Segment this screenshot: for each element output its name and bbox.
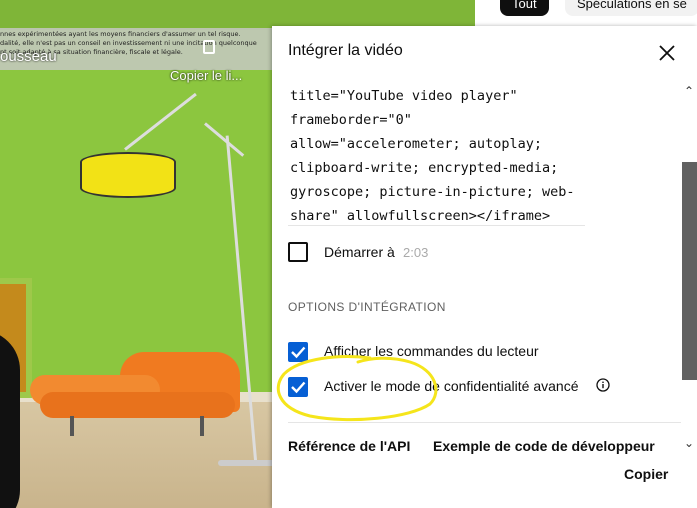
lamp-arm	[124, 92, 197, 151]
code-line: frameborder="0"	[290, 112, 412, 128]
options-heading: OPTIONS D'INTÉGRATION	[288, 300, 446, 314]
checkmark-icon	[291, 346, 306, 359]
filter-chips: Tout Spéculations en se	[475, 0, 697, 26]
section-divider	[288, 422, 681, 423]
lamp-arm	[204, 122, 245, 157]
lamp-shade	[80, 152, 176, 198]
scroll-up-icon[interactable]: ⌃	[684, 84, 694, 98]
info-icon[interactable]	[596, 378, 610, 392]
start-time-input[interactable]: 2:03	[403, 245, 428, 260]
checkmark-icon	[291, 381, 306, 394]
api-reference-link[interactable]: Référence de l'API	[288, 438, 410, 454]
code-line: title="YouTube video player"	[290, 88, 518, 104]
start-at-checkbox[interactable]	[288, 242, 308, 262]
privacy-mode-checkbox[interactable]	[288, 377, 308, 397]
lamp-base	[218, 460, 278, 466]
scroll-thumb[interactable]	[682, 162, 697, 380]
embed-code[interactable]: title="YouTube video player" frameborder=…	[290, 84, 586, 228]
code-line: allow="accelerometer; autoplay;	[290, 136, 542, 152]
presenter-silhouette	[0, 330, 20, 508]
close-button[interactable]	[656, 42, 678, 64]
start-at-label: Démarrer à	[324, 244, 395, 260]
copy-link-button[interactable]: Copier le li...	[170, 68, 242, 83]
copy-icon[interactable]	[203, 40, 215, 54]
developer-sample-link[interactable]: Exemple de code de développeur	[433, 438, 655, 454]
dialog-title: Intégrer la vidéo	[288, 42, 403, 59]
scrollbar[interactable]: ⌃ ⌄	[682, 82, 697, 462]
show-controls-label: Afficher les commandes du lecteur	[324, 343, 539, 359]
video-title: ousseau	[0, 48, 57, 65]
privacy-mode-label: Activer le mode de confidentialité avanc…	[324, 378, 579, 394]
sofa-leg	[200, 416, 204, 436]
chip-all[interactable]: Tout	[500, 0, 549, 16]
code-line: clipboard-write; encrypted-media;	[290, 160, 559, 176]
close-icon[interactable]	[656, 42, 678, 64]
chip-speculation[interactable]: Spéculations en se	[565, 0, 697, 16]
embed-dialog: Intégrer la vidéo title="YouTube video p…	[272, 26, 697, 508]
code-line: gyroscope; picture-in-picture; web-	[290, 184, 575, 200]
ticker-line: dalité, elle n'est pas un conseil en inv…	[0, 39, 257, 47]
sofa-leg	[70, 416, 74, 436]
ticker-line: nnes expérimentées ayant les moyens fina…	[0, 30, 241, 38]
code-divider	[288, 225, 585, 226]
copy-button[interactable]: Copier	[624, 466, 668, 482]
sofa-seat	[40, 392, 235, 418]
scroll-down-icon[interactable]: ⌄	[684, 436, 694, 450]
show-controls-checkbox[interactable]	[288, 342, 308, 362]
